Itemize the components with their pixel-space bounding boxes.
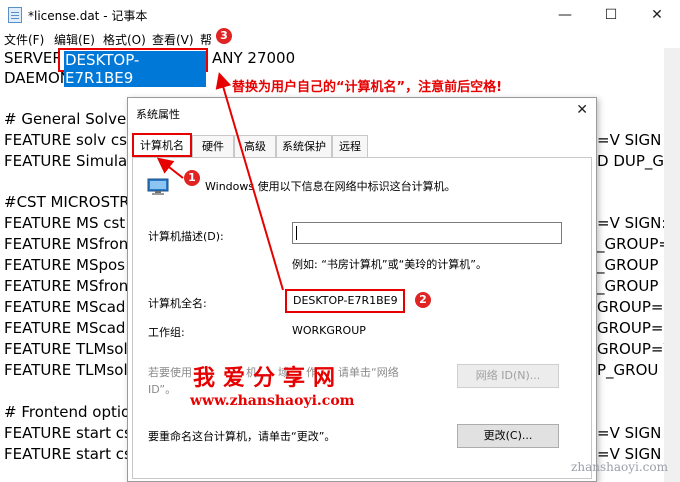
editor-line: SERVER bbox=[4, 49, 63, 67]
minimize-button[interactable]: — bbox=[542, 0, 588, 30]
workgroup-value: WORKGROUP bbox=[292, 324, 366, 337]
intro-text: Windows 使用以下信息在网络中标识这台计算机。 bbox=[205, 180, 456, 193]
description-label: 计算机描述(D): bbox=[148, 230, 224, 243]
example-text: 例如: “书房计算机”或“美玲的计算机”。 bbox=[292, 258, 487, 271]
description-input[interactable] bbox=[292, 222, 562, 244]
editor-line: FEATURE MS cst bbox=[4, 214, 126, 232]
tab-remote[interactable]: 远程 bbox=[332, 135, 368, 157]
domain-text-2: ID”。 bbox=[148, 383, 177, 396]
step-badge-2: 2 bbox=[415, 292, 431, 308]
domain-text-1e: 请单击“网络 bbox=[338, 366, 399, 379]
watermark-url: www.zhanshaoyi.com bbox=[190, 393, 355, 409]
menu-help[interactable]: 帮 bbox=[200, 31, 212, 48]
editor-line-fragment: GROUP= bbox=[597, 319, 664, 337]
corner-watermark: zhanshaoyi.com bbox=[571, 460, 668, 474]
hostname-highlight[interactable]: DESKTOP-E7R1BE9 bbox=[58, 48, 208, 87]
editor-line-fragment: _GROUP= bbox=[597, 235, 671, 253]
window-title: *license.dat - 记事本 bbox=[28, 9, 148, 23]
editor-line: FEATURE MScad bbox=[4, 319, 126, 337]
close-button[interactable]: ✕ bbox=[634, 0, 680, 30]
editor-line-fragment: D DUP_G bbox=[597, 152, 665, 170]
editor-line-fragment: _GROUP bbox=[597, 277, 659, 295]
menu-view[interactable]: 查看(V) bbox=[152, 31, 194, 48]
step-badge-3: 3 bbox=[216, 28, 232, 44]
editor-line-fragment: GROUP=V bbox=[597, 340, 674, 358]
text-caret bbox=[296, 226, 297, 240]
editor-line: FEATURE MSfron bbox=[4, 277, 129, 295]
editor-line: FEATURE start cs bbox=[4, 424, 132, 442]
computer-icon bbox=[147, 178, 169, 195]
instruction-annotation: 替换为用户自己的“计算机名”，注意前后空格! bbox=[232, 80, 503, 95]
editor-line: FEATURE TLMsol bbox=[4, 340, 128, 358]
editor-line: # General Solver bbox=[4, 110, 133, 128]
editor-line: FEATURE MSfron bbox=[4, 235, 129, 253]
menu-bar: 文件(F) 编辑(E) 格式(O) 查看(V) 帮 bbox=[0, 30, 680, 48]
maximize-button[interactable]: ☐ bbox=[588, 0, 634, 30]
fullname-value: DESKTOP-E7R1BE9 bbox=[285, 289, 405, 313]
menu-file[interactable]: 文件(F) bbox=[4, 31, 44, 48]
editor-line: FEATURE MSpos bbox=[4, 256, 125, 274]
editor-line: # Frontend optio bbox=[4, 403, 131, 421]
change-button[interactable]: 更改(C)... bbox=[457, 424, 559, 448]
network-id-button[interactable]: 网络 ID(N)... bbox=[457, 364, 559, 388]
editor-line-fragment: =V SIGN bbox=[597, 131, 662, 149]
notepad-window: *license.dat - 记事本 — ☐ ✕ 文件(F) 编辑(E) 格式(… bbox=[0, 0, 680, 482]
tab-system-protection[interactable]: 系统保护 bbox=[276, 135, 332, 157]
watermark-chinese: 我爱分享网 bbox=[193, 365, 344, 391]
editor-line-fragment: =V SIGN: bbox=[597, 214, 667, 232]
vertical-scrollbar[interactable] bbox=[664, 48, 680, 482]
menu-format[interactable]: 格式(O) bbox=[103, 31, 146, 48]
editor-line: FEATURE MScad bbox=[4, 298, 126, 316]
rename-text: 要重命名这台计算机，请单击“更改”。 bbox=[148, 430, 336, 443]
step-badge-1: 1 bbox=[184, 170, 200, 186]
tab-strip: 计算机名 硬件 高级 系统保护 远程 bbox=[132, 133, 592, 157]
editor-line: #CST MICROSTR bbox=[4, 193, 130, 211]
editor-line: FEATURE solv cst bbox=[4, 131, 133, 149]
system-properties-dialog: 系统属性 ✕ 计算机名 硬件 高级 系统保护 远程 1 Windows 使用以下… bbox=[127, 97, 597, 482]
fullname-label: 计算机全名: bbox=[148, 297, 207, 310]
dialog-title: 系统属性 bbox=[136, 108, 180, 121]
selected-hostname[interactable]: DESKTOP-E7R1BE9 bbox=[64, 51, 206, 87]
editor-line-fragment: ANY 27000 bbox=[212, 49, 296, 67]
editor-line-fragment: =V SIGN bbox=[597, 424, 662, 442]
editor-line: FEATURE Simulat bbox=[4, 152, 134, 170]
workgroup-label: 工作组: bbox=[148, 326, 185, 339]
editor-line-fragment: P_GROU bbox=[597, 361, 659, 379]
title-bar: *license.dat - 记事本 — ☐ ✕ bbox=[0, 0, 680, 30]
dialog-close-button[interactable]: ✕ bbox=[576, 102, 588, 118]
tab-advanced[interactable]: 高级 bbox=[234, 135, 276, 157]
editor-line-fragment: _GROUP bbox=[597, 256, 659, 274]
menu-edit[interactable]: 编辑(E) bbox=[54, 31, 95, 48]
tab-computer-name[interactable]: 计算机名 bbox=[132, 133, 192, 157]
editor-line: FEATURE TLMsol bbox=[4, 361, 128, 379]
domain-text-1: 若要使用 bbox=[148, 366, 192, 379]
editor-line: FEATURE start cs bbox=[4, 445, 132, 463]
tab-hardware[interactable]: 硬件 bbox=[192, 135, 234, 157]
notepad-icon bbox=[8, 7, 22, 23]
editor-line-fragment: GROUP= bbox=[597, 298, 664, 316]
